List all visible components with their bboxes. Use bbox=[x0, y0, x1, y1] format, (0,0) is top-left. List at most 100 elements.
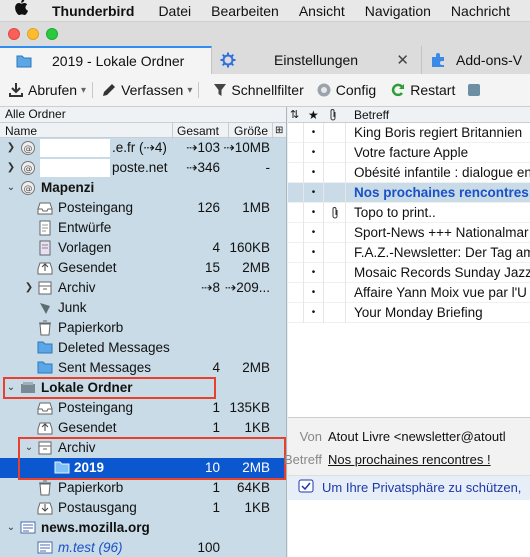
folder-name: Entwürfe bbox=[58, 220, 112, 235]
chevron-right-icon[interactable]: ❯ bbox=[6, 138, 16, 158]
folder-row[interactable]: Gesendet 15 2MB bbox=[0, 258, 286, 278]
close-tab-icon[interactable]: ✕ bbox=[396, 51, 409, 69]
window-controls bbox=[8, 28, 58, 40]
tab-settings[interactable]: Einstellungen ✕ bbox=[212, 46, 422, 74]
config-button[interactable]: Config bbox=[316, 82, 376, 98]
folder-row[interactable]: Papierkorb bbox=[0, 318, 286, 338]
newsgroup-row[interactable]: m.test (96) 100 bbox=[0, 538, 286, 557]
menu-navigation[interactable]: Navigation bbox=[365, 0, 431, 22]
chevron-right-icon[interactable]: ❯ bbox=[6, 158, 16, 178]
junk-icon bbox=[37, 300, 53, 316]
subject-column-header[interactable]: Betreff bbox=[354, 107, 389, 123]
chevron-down-icon[interactable]: ⌄ bbox=[6, 518, 16, 538]
star-cell[interactable]: • bbox=[304, 183, 324, 203]
tab-settings-label: Einstellungen bbox=[274, 52, 359, 68]
chevron-down-icon[interactable]: ▾ bbox=[187, 85, 192, 96]
get-messages-button[interactable]: Abrufen ▾ bbox=[8, 82, 86, 98]
message-row[interactable]: • Obésité infantile : dialogue en bbox=[288, 163, 530, 183]
col-size-header[interactable]: Größe bbox=[228, 123, 270, 139]
chevron-down-icon[interactable]: ⌄ bbox=[6, 178, 16, 198]
message-row[interactable]: • Mosaic Records Sunday Jazz Q bbox=[288, 263, 530, 283]
account-row[interactable]: ❯ @ .e.fr (⇢4) ⇢103 ⇢10MB bbox=[0, 138, 286, 158]
menu-file[interactable]: Datei bbox=[158, 0, 191, 22]
message-subject: Obésité infantile : dialogue en bbox=[354, 165, 530, 180]
folder-row[interactable]: Gesendet 1 1KB bbox=[0, 418, 286, 438]
account-row[interactable]: ❯ @ poste.net ⇢346 - bbox=[0, 158, 286, 178]
overflow-toolbar-button[interactable] bbox=[467, 82, 485, 98]
quick-filter-button[interactable]: Schnellfilter bbox=[213, 82, 304, 98]
folder-total: 1 bbox=[212, 420, 220, 435]
message-row[interactable]: • Topo to print.. bbox=[288, 203, 530, 223]
star-cell[interactable]: • bbox=[304, 263, 324, 283]
folder-row[interactable]: Postausgang 1 1KB bbox=[0, 498, 286, 518]
from-value[interactable]: Atout Livre <newsletter@atoutl bbox=[328, 429, 506, 444]
folder-name: Junk bbox=[58, 300, 87, 315]
message-subject: Nos prochaines rencontres ! bbox=[354, 185, 530, 200]
folder-row[interactable]: Sent Messages 4 2MB bbox=[0, 358, 286, 378]
trash-icon bbox=[37, 480, 53, 496]
folder-name: Papierkorb bbox=[58, 480, 124, 495]
privacy-notice-bar[interactable]: Um Ihre Privatsphäre zu schützen, bbox=[288, 476, 530, 500]
message-row[interactable]: • Sport-News +++ Nationalmar bbox=[288, 223, 530, 243]
mail-account-icon: @ bbox=[20, 160, 36, 176]
account-row[interactable]: ⌄ @ Mapenzi bbox=[0, 178, 286, 198]
message-subject: Topo to print.. bbox=[354, 205, 436, 220]
star-cell[interactable]: • bbox=[304, 223, 324, 243]
thread-cell bbox=[288, 223, 304, 243]
apple-icon[interactable] bbox=[14, 0, 28, 22]
menu-view[interactable]: Ansicht bbox=[299, 0, 345, 22]
message-subject: King Boris regiert Britannien bbox=[354, 125, 523, 140]
thread-column-icon[interactable]: ⇅ bbox=[290, 107, 299, 123]
minimize-window-button[interactable] bbox=[27, 28, 39, 40]
subject-value: Nos prochaines rencontres ! bbox=[328, 452, 491, 467]
folder-size: 1KB bbox=[244, 500, 270, 515]
tab-folder[interactable]: 2019 - Lokale Ordner bbox=[0, 46, 212, 74]
folder-row[interactable]: Junk bbox=[0, 298, 286, 318]
star-column-icon[interactable]: ★ bbox=[308, 107, 319, 123]
folder-row[interactable]: Vorlagen 4 160KB bbox=[0, 238, 286, 258]
star-cell[interactable]: • bbox=[304, 143, 324, 163]
main-toolbar: Abrufen ▾ Verfassen ▾ Schnellfilter Conf… bbox=[0, 74, 530, 107]
col-name-header[interactable]: Name bbox=[5, 123, 37, 139]
folder-row[interactable]: ❯ Archiv ⇢8 ⇢209... bbox=[0, 278, 286, 298]
message-row-selected[interactable]: • Nos prochaines rencontres ! bbox=[288, 183, 530, 203]
zoom-window-button[interactable] bbox=[46, 28, 58, 40]
message-row[interactable]: • F.A.Z.-Newsletter: Der Tag am bbox=[288, 243, 530, 263]
column-picker-icon[interactable]: ⊞ bbox=[272, 123, 286, 139]
message-row[interactable]: • King Boris regiert Britannien bbox=[288, 123, 530, 143]
message-row[interactable]: • Your Monday Briefing bbox=[288, 303, 530, 323]
folder-row[interactable]: Posteingang 1 135KB bbox=[0, 398, 286, 418]
folder-row[interactable]: Deleted Messages bbox=[0, 338, 286, 358]
star-cell[interactable]: • bbox=[304, 283, 324, 303]
star-cell[interactable]: • bbox=[304, 163, 324, 183]
restart-button[interactable]: Restart bbox=[390, 82, 455, 98]
close-window-button[interactable] bbox=[8, 28, 20, 40]
folder-row[interactable]: Entwürfe bbox=[0, 218, 286, 238]
star-cell[interactable]: • bbox=[304, 303, 324, 323]
compose-button[interactable]: Verfassen ▾ bbox=[101, 82, 192, 98]
star-cell[interactable]: • bbox=[304, 123, 324, 143]
attachment-cell bbox=[324, 183, 346, 203]
folder-row[interactable]: Posteingang 126 1MB bbox=[0, 198, 286, 218]
menu-app-name[interactable]: Thunderbird bbox=[52, 0, 134, 22]
folder-name: Archiv bbox=[58, 280, 96, 295]
star-cell[interactable]: • bbox=[304, 243, 324, 263]
folder-icon bbox=[37, 360, 53, 376]
col-total-header[interactable]: Gesamt bbox=[172, 123, 222, 139]
menu-edit[interactable]: Bearbeiten bbox=[211, 0, 279, 22]
message-row[interactable]: • Votre facture Apple bbox=[288, 143, 530, 163]
folder-row[interactable]: Papierkorb 1 64KB bbox=[0, 478, 286, 498]
thread-cell bbox=[288, 143, 304, 163]
tab-addons[interactable]: Add-ons-V bbox=[422, 46, 530, 74]
news-account-row[interactable]: ⌄ news.mozilla.org bbox=[0, 518, 286, 538]
chevron-right-icon[interactable]: ❯ bbox=[24, 278, 34, 298]
star-cell[interactable]: • bbox=[304, 203, 324, 223]
menu-message[interactable]: Nachricht bbox=[451, 0, 510, 22]
folder-name: Deleted Messages bbox=[58, 340, 170, 355]
folder-mode-title[interactable]: Alle Ordner bbox=[0, 107, 286, 122]
folder-icon bbox=[16, 54, 32, 68]
folder-name: news.mozilla.org bbox=[41, 520, 150, 535]
message-row[interactable]: • Affaire Yann Moix vue par l'U bbox=[288, 283, 530, 303]
chevron-down-icon[interactable]: ▾ bbox=[81, 85, 86, 96]
from-line: Von Atout Livre <newsletter@atoutl bbox=[264, 429, 506, 444]
